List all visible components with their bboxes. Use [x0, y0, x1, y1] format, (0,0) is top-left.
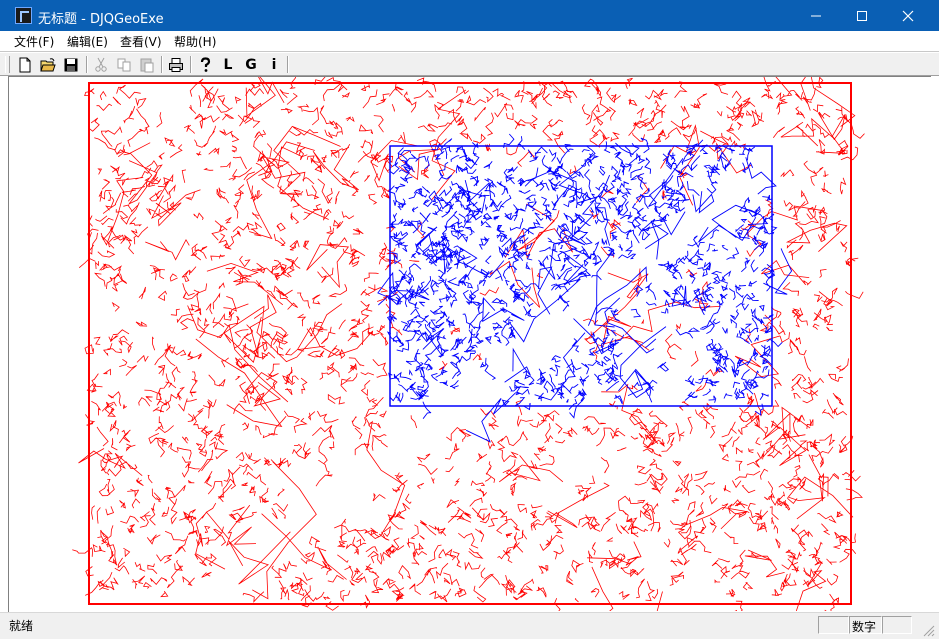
copy-icon	[117, 58, 131, 71]
minimize-button[interactable]	[793, 0, 839, 31]
toolbar-separator	[86, 56, 88, 73]
blue-layer-extent	[389, 145, 773, 407]
status-pane-3	[882, 616, 912, 634]
red-layer-extent	[88, 82, 852, 605]
i-button[interactable]: i	[264, 55, 284, 74]
new-button[interactable]	[15, 55, 35, 74]
toolbar-separator	[287, 56, 289, 73]
window-title: 无标题 - DJQGeoExe	[38, 12, 164, 27]
save-icon	[64, 58, 78, 71]
toolbar: L G i	[0, 52, 939, 76]
maximize-button[interactable]	[839, 0, 885, 31]
g-button[interactable]: G	[241, 55, 261, 74]
title-bar[interactable]: 无标题 - DJQGeoExe	[0, 0, 939, 31]
menu-edit[interactable]: 编辑(E)	[67, 33, 108, 50]
open-folder-icon	[40, 57, 56, 71]
blue-map-layer	[377, 133, 793, 443]
toolbar-separator	[161, 56, 163, 73]
map-canvas[interactable]	[9, 77, 930, 611]
menu-bar: 文件(F) 编辑(E) 查看(V) 帮助(H)	[0, 31, 939, 51]
l-button[interactable]: L	[218, 55, 238, 74]
toolbar-separator	[190, 56, 192, 73]
menu-file[interactable]: 文件(F)	[14, 33, 54, 50]
status-bar: 就绪 数字	[0, 612, 939, 639]
open-button[interactable]	[38, 55, 58, 74]
print-button[interactable]	[166, 55, 186, 74]
print-icon	[169, 57, 183, 72]
resize-grip-icon[interactable]	[921, 623, 935, 637]
minimize-icon	[811, 15, 821, 16]
status-pane-1	[818, 616, 849, 634]
new-file-icon	[19, 57, 31, 72]
status-text: 就绪	[9, 619, 34, 633]
copy-button[interactable]	[114, 55, 134, 74]
status-pane-numlock: 数字	[849, 616, 882, 634]
close-button[interactable]	[885, 0, 931, 31]
cut-button[interactable]	[91, 55, 111, 74]
blue-road-network	[377, 133, 793, 443]
paste-button[interactable]	[137, 55, 157, 74]
help-icon	[200, 56, 211, 72]
close-icon	[902, 10, 914, 21]
app-icon[interactable]	[15, 7, 32, 24]
menu-view[interactable]: 查看(V)	[120, 33, 162, 50]
menu-help[interactable]: 帮助(H)	[174, 33, 216, 50]
paste-icon	[140, 58, 154, 72]
toolbar-grip[interactable]	[5, 56, 10, 73]
cut-icon	[95, 57, 107, 72]
map-view[interactable]	[8, 76, 931, 612]
help-button[interactable]	[195, 55, 215, 74]
save-button[interactable]	[61, 55, 81, 74]
maximize-icon	[857, 10, 867, 21]
